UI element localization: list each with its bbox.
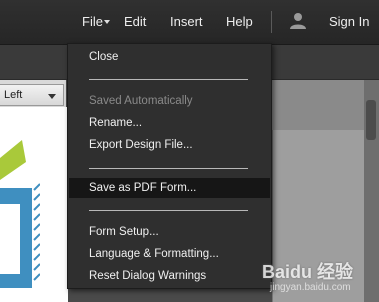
file-dropdown-menu: Close Saved Automatically Rename... Expo… [67,43,272,289]
menu-item-language-formatting[interactable]: Language & Formatting... [69,244,270,264]
menu-separator [89,168,248,169]
alignment-select[interactable]: Left [0,84,64,106]
top-menu-bar: File Edit Insert Help Sign In [0,0,379,45]
menu-separator [89,79,248,80]
menu-item-form-setup[interactable]: Form Setup... [69,222,270,242]
menu-insert[interactable]: Insert [170,14,203,29]
menu-item-close[interactable]: Close [69,47,270,67]
menu-separator [89,210,248,211]
menu-item-export-design-file[interactable]: Export Design File... [69,135,270,155]
menu-file[interactable]: File [82,14,103,29]
scrollbar-thumb[interactable] [366,100,376,140]
menu-edit[interactable]: Edit [124,14,146,29]
sign-in-link[interactable]: Sign In [329,14,369,29]
file-chevron-down-icon[interactable] [104,20,110,24]
menu-item-save-as-pdf-form[interactable]: Save as PDF Form... [69,178,270,198]
chevron-down-icon[interactable] [48,94,56,99]
menu-divider [271,11,272,33]
user-icon[interactable] [289,12,307,30]
menu-item-saved-automatically: Saved Automatically [89,95,193,107]
alignment-select-value: Left [4,89,23,101]
right-page-preview [272,130,365,302]
menu-item-rename[interactable]: Rename... [69,113,270,133]
menu-item-reset-dialog-warnings[interactable]: Reset Dialog Warnings [69,266,270,286]
form-artwork-image [0,140,40,288]
menu-help[interactable]: Help [226,14,253,29]
